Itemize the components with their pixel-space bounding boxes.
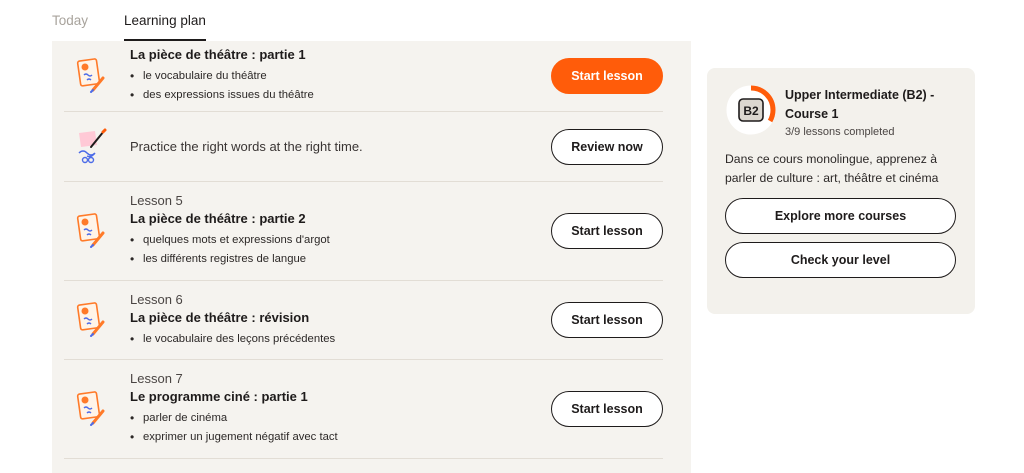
review-hand-icon	[64, 127, 118, 167]
lesson-topic: le vocabulaire des leçons précédentes	[130, 330, 551, 349]
course-card: B2 Upper Intermediate (B2) - Course 1 3/…	[707, 68, 975, 314]
lesson-row: Lesson 5 La pièce de théâtre : partie 2 …	[64, 182, 663, 281]
lesson-topic: le vocabulaire du théâtre	[130, 67, 551, 86]
lesson-number: Lesson 7	[130, 371, 183, 386]
tab-learning-plan[interactable]: Learning plan	[124, 0, 206, 41]
lesson-card-icon	[64, 300, 118, 340]
start-lesson-button[interactable]: Start lesson	[551, 302, 663, 338]
lesson-number: Lesson 6	[130, 291, 183, 307]
lesson-row: Lesson 6 La pièce de théâtre : révision …	[64, 281, 663, 360]
course-description: Dans ce cours monolingue, apprenez à par…	[725, 152, 939, 185]
course-title: Upper Intermediate (B2) - Course 1	[785, 88, 935, 121]
lesson-card-icon	[64, 56, 118, 96]
lesson-row: Lesson 7 Le programme ciné : partie 1 pa…	[64, 360, 663, 459]
lesson-title: La pièce de théâtre : révision	[130, 309, 310, 325]
lesson-card-icon	[64, 211, 118, 251]
tab-today[interactable]: Today	[52, 0, 88, 41]
lesson-topic: les différents registres de langue	[130, 250, 551, 269]
explore-more-courses-button[interactable]: Explore more courses	[725, 198, 956, 234]
tab-bar: Today Learning plan	[52, 0, 206, 41]
lesson-topic: quelques mots et expressions d'argot	[130, 231, 551, 250]
lesson-topic: exprimer un jugement négatif avec tact	[130, 428, 551, 447]
course-progress-ring: B2	[725, 84, 777, 136]
level-badge: B2	[743, 104, 759, 118]
lesson-title: La pièce de théâtre : partie 2	[130, 211, 306, 226]
lesson-title: Le programme ciné : partie 1	[130, 389, 308, 404]
lesson-row: La pièce de théâtre : partie 1 le vocabu…	[64, 41, 663, 112]
check-your-level-button[interactable]: Check your level	[725, 242, 956, 278]
practice-text: Practice the right words at the right ti…	[130, 139, 363, 154]
course-progress-text: 3/9 lessons completed	[785, 126, 895, 138]
start-lesson-button[interactable]: Start lesson	[551, 58, 663, 94]
lesson-title: La pièce de théâtre : partie 1	[130, 47, 306, 62]
review-now-button[interactable]: Review now	[551, 128, 663, 165]
lesson-list: La pièce de théâtre : partie 1 le vocabu…	[52, 41, 691, 473]
review-row: Practice the right words at the right ti…	[64, 112, 663, 182]
lesson-topic: des expressions issues du théâtre	[130, 86, 551, 105]
start-lesson-button[interactable]: Start lesson	[551, 391, 663, 427]
lesson-number: Lesson 5	[130, 193, 183, 208]
lesson-topic: parler de cinéma	[130, 409, 551, 428]
lesson-card-icon	[64, 389, 118, 429]
start-lesson-button[interactable]: Start lesson	[551, 213, 663, 249]
